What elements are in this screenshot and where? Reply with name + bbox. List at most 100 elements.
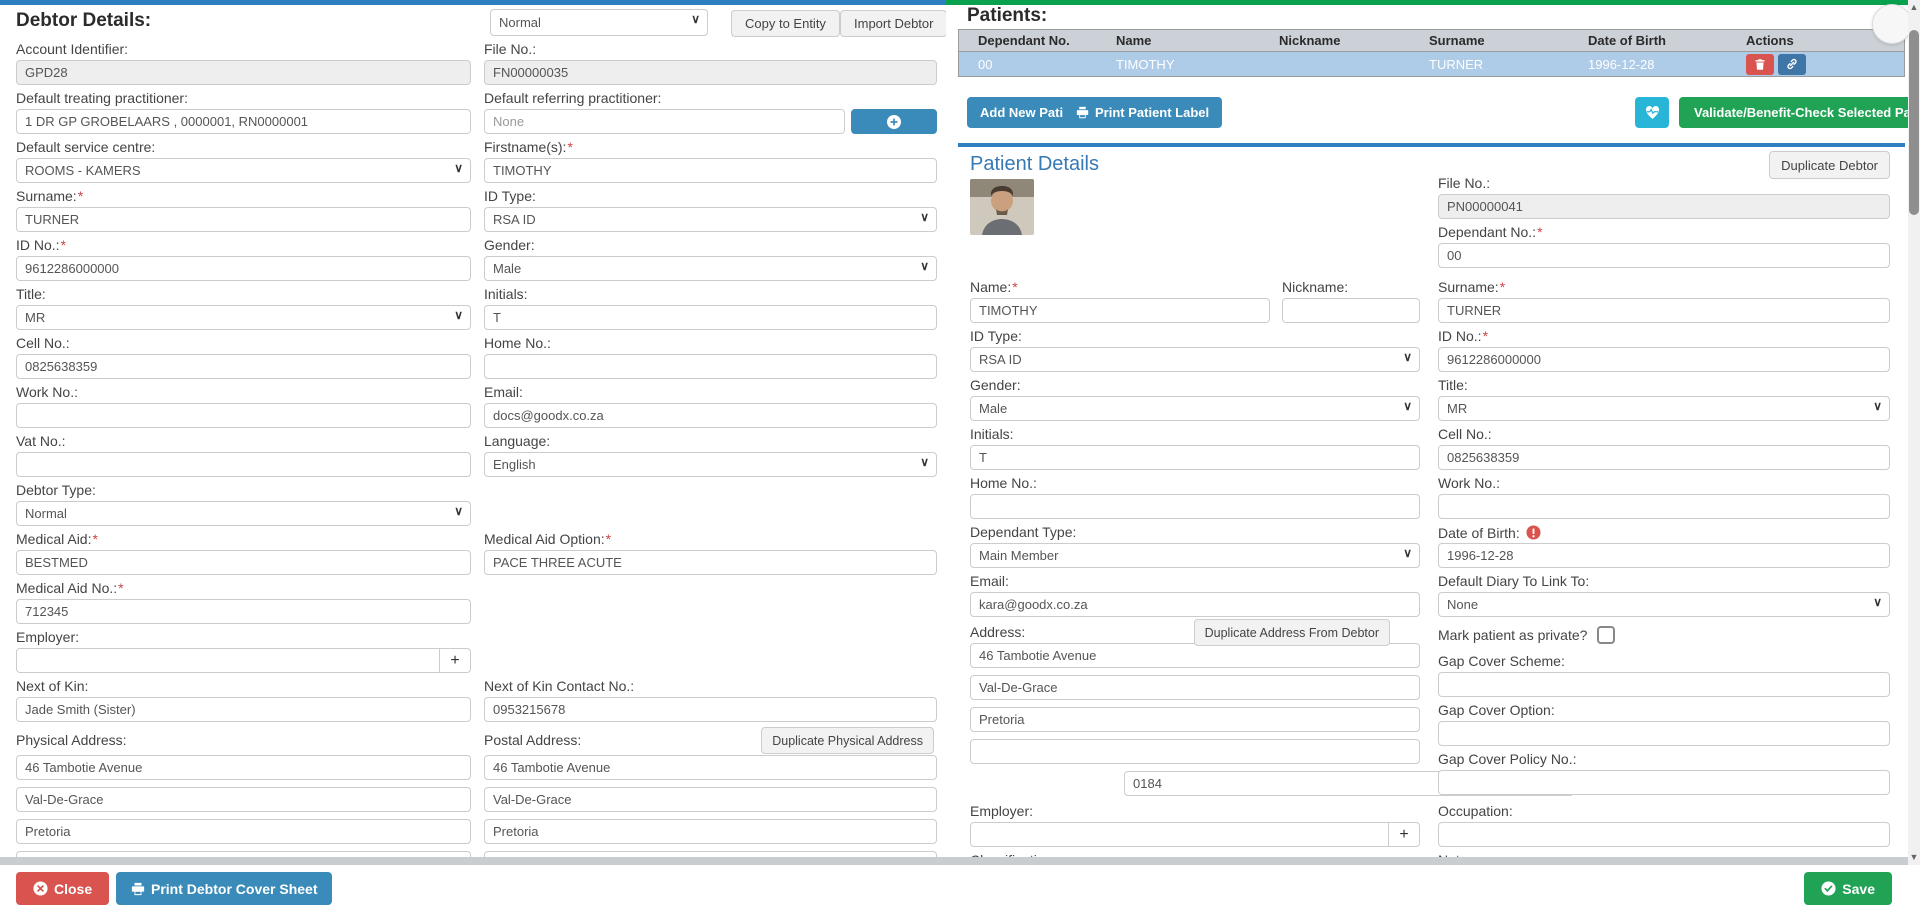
next-of-kin-label: Next of Kin:	[16, 678, 471, 695]
import-debtor-button[interactable]: Import Debtor	[840, 10, 946, 37]
debtor-employer-label: Employer:	[16, 629, 471, 646]
duplicate-physical-address-button[interactable]: Duplicate Physical Address	[761, 727, 934, 754]
physical-address-line-1[interactable]	[16, 755, 471, 780]
patient-id-no-field[interactable]	[1438, 347, 1890, 372]
medical-aid-option-field[interactable]	[484, 550, 937, 575]
print-debtor-cover-sheet-button[interactable]: Print Debtor Cover Sheet	[116, 872, 332, 905]
postal-address-line-3[interactable]	[484, 819, 937, 844]
close-button[interactable]: Close	[16, 872, 109, 905]
patient-employer-field[interactable]	[970, 822, 1389, 847]
debtor-surname-field[interactable]	[16, 207, 471, 232]
debtor-title-select[interactable]: MR	[16, 305, 471, 330]
patient-surname-field[interactable]	[1438, 298, 1890, 323]
print-patient-label-button[interactable]: Print Patient Label	[1063, 97, 1222, 128]
medical-aid-label: Medical Aid:*	[16, 531, 471, 548]
physical-address-line-2[interactable]	[16, 787, 471, 812]
patient-address-line-3[interactable]	[970, 707, 1420, 732]
patient-home-no-field[interactable]	[970, 494, 1420, 519]
patient-cell-no-field[interactable]	[1438, 445, 1890, 470]
link-patient-button[interactable]	[1778, 54, 1806, 75]
account-identifier-field	[16, 60, 471, 85]
copy-to-entity-button[interactable]: Copy to Entity	[731, 10, 840, 37]
header-dependant-no: Dependant No.	[959, 33, 1116, 48]
patient-file-no-field	[1438, 194, 1890, 219]
language-label: Language:	[484, 433, 937, 450]
patient-name-field[interactable]	[970, 298, 1270, 323]
postal-address-line-2[interactable]	[484, 787, 937, 812]
next-of-kin-field[interactable]	[16, 697, 471, 722]
patient-table-row[interactable]: 00 TIMOTHY TURNER 1996-12-28	[959, 51, 1904, 76]
patient-dependant-no-field[interactable]	[1438, 243, 1890, 268]
patient-home-no-label: Home No.:	[970, 475, 1420, 492]
patient-address-line-4[interactable]	[970, 739, 1420, 764]
date-of-birth-field[interactable]	[1438, 543, 1890, 568]
patient-initials-field[interactable]	[970, 445, 1420, 470]
scrollbar-thumb[interactable]	[1909, 30, 1919, 215]
vertical-scrollbar[interactable]: ▲ ▼	[1908, 0, 1920, 865]
patient-address-line-2[interactable]	[970, 675, 1420, 700]
validate-benefit-check-button[interactable]: Validate/Benefit-Check Selected Patient	[1679, 97, 1908, 128]
patient-id-type-label: ID Type:	[970, 328, 1420, 345]
duplicate-address-from-debtor-button[interactable]: Duplicate Address From Debtor	[1194, 619, 1390, 646]
physical-address-line-3[interactable]	[16, 819, 471, 844]
patient-id-no-label: ID No.:*	[1438, 328, 1890, 345]
debtor-employer-field[interactable]	[16, 648, 440, 673]
gap-cover-scheme-field[interactable]	[1438, 672, 1890, 697]
debtor-firstnames-field[interactable]	[484, 158, 937, 183]
debtor-home-no-field[interactable]	[484, 354, 937, 379]
gap-cover-option-field[interactable]	[1438, 721, 1890, 746]
debtor-header-type-select[interactable]: Normal	[490, 9, 708, 36]
debtor-type-label: Debtor Type:	[16, 482, 471, 499]
gap-cover-policy-field[interactable]	[1438, 770, 1890, 795]
patient-employer-add-button[interactable]: +	[1389, 822, 1420, 847]
service-centre-select[interactable]: ROOMS - KAMERS	[16, 158, 471, 183]
debtor-header-type-select-control[interactable]: Normal	[490, 9, 708, 36]
scroll-down-arrow[interactable]: ▼	[1908, 852, 1920, 862]
language-select[interactable]: English	[484, 452, 937, 477]
delete-patient-button[interactable]	[1746, 54, 1774, 75]
treating-practitioner-label: Default treating practitioner:	[16, 90, 471, 107]
floating-circle-button[interactable]	[1872, 4, 1912, 44]
debtor-cell-no-label: Cell No.:	[16, 335, 471, 352]
patient-email-label: Email:	[970, 573, 1420, 590]
debtor-initials-field[interactable]	[484, 305, 937, 330]
medical-aid-no-field[interactable]	[16, 599, 471, 624]
scroll-up-arrow[interactable]: ▲	[1908, 2, 1920, 12]
patient-id-type-select[interactable]: RSA ID	[970, 347, 1420, 372]
debtor-gender-select[interactable]: Male	[484, 256, 937, 281]
vat-no-field[interactable]	[16, 452, 471, 477]
save-button[interactable]: Save	[1804, 872, 1892, 905]
medical-aid-field[interactable]	[16, 550, 471, 575]
debtor-employer-add-button[interactable]: +	[440, 648, 471, 673]
horizontal-scrollbar[interactable]	[0, 857, 1908, 865]
benefit-check-heart-button[interactable]	[1635, 97, 1669, 128]
dependant-type-select[interactable]: Main Member	[970, 543, 1420, 568]
footer-bar: Close Print Debtor Cover Sheet Save	[0, 865, 1920, 911]
patient-nickname-field[interactable]	[1282, 298, 1420, 323]
occupation-field[interactable]	[1438, 822, 1890, 847]
add-referring-practitioner-button[interactable]	[851, 109, 937, 134]
patient-work-no-field[interactable]	[1438, 494, 1890, 519]
treating-practitioner-field[interactable]	[16, 109, 471, 134]
default-diary-select[interactable]: None	[1438, 592, 1890, 617]
header-surname: Surname	[1429, 33, 1588, 48]
patient-title-select[interactable]: MR	[1438, 396, 1890, 421]
postal-address-line-1[interactable]	[484, 755, 937, 780]
patient-gender-select[interactable]: Male	[970, 396, 1420, 421]
heart-pulse-icon	[1644, 104, 1661, 121]
printer-icon	[131, 882, 145, 896]
debtor-id-no-field[interactable]	[16, 256, 471, 281]
debtor-type-select[interactable]: Normal	[16, 501, 471, 526]
mark-private-checkbox[interactable]	[1597, 626, 1615, 644]
patient-email-field[interactable]	[970, 592, 1420, 617]
patient-gender-label: Gender:	[970, 377, 1420, 394]
debtor-work-no-field[interactable]	[16, 403, 471, 428]
patient-address-line-1[interactable]	[970, 643, 1420, 668]
debtor-email-field[interactable]	[484, 403, 937, 428]
debtor-cell-no-field[interactable]	[16, 354, 471, 379]
referring-practitioner-field[interactable]	[484, 109, 845, 134]
cell-dependant-no: 00	[959, 57, 1116, 72]
plus-circle-icon	[886, 114, 902, 130]
next-of-kin-contact-field[interactable]	[484, 697, 937, 722]
debtor-id-type-select[interactable]: RSA ID	[484, 207, 937, 232]
